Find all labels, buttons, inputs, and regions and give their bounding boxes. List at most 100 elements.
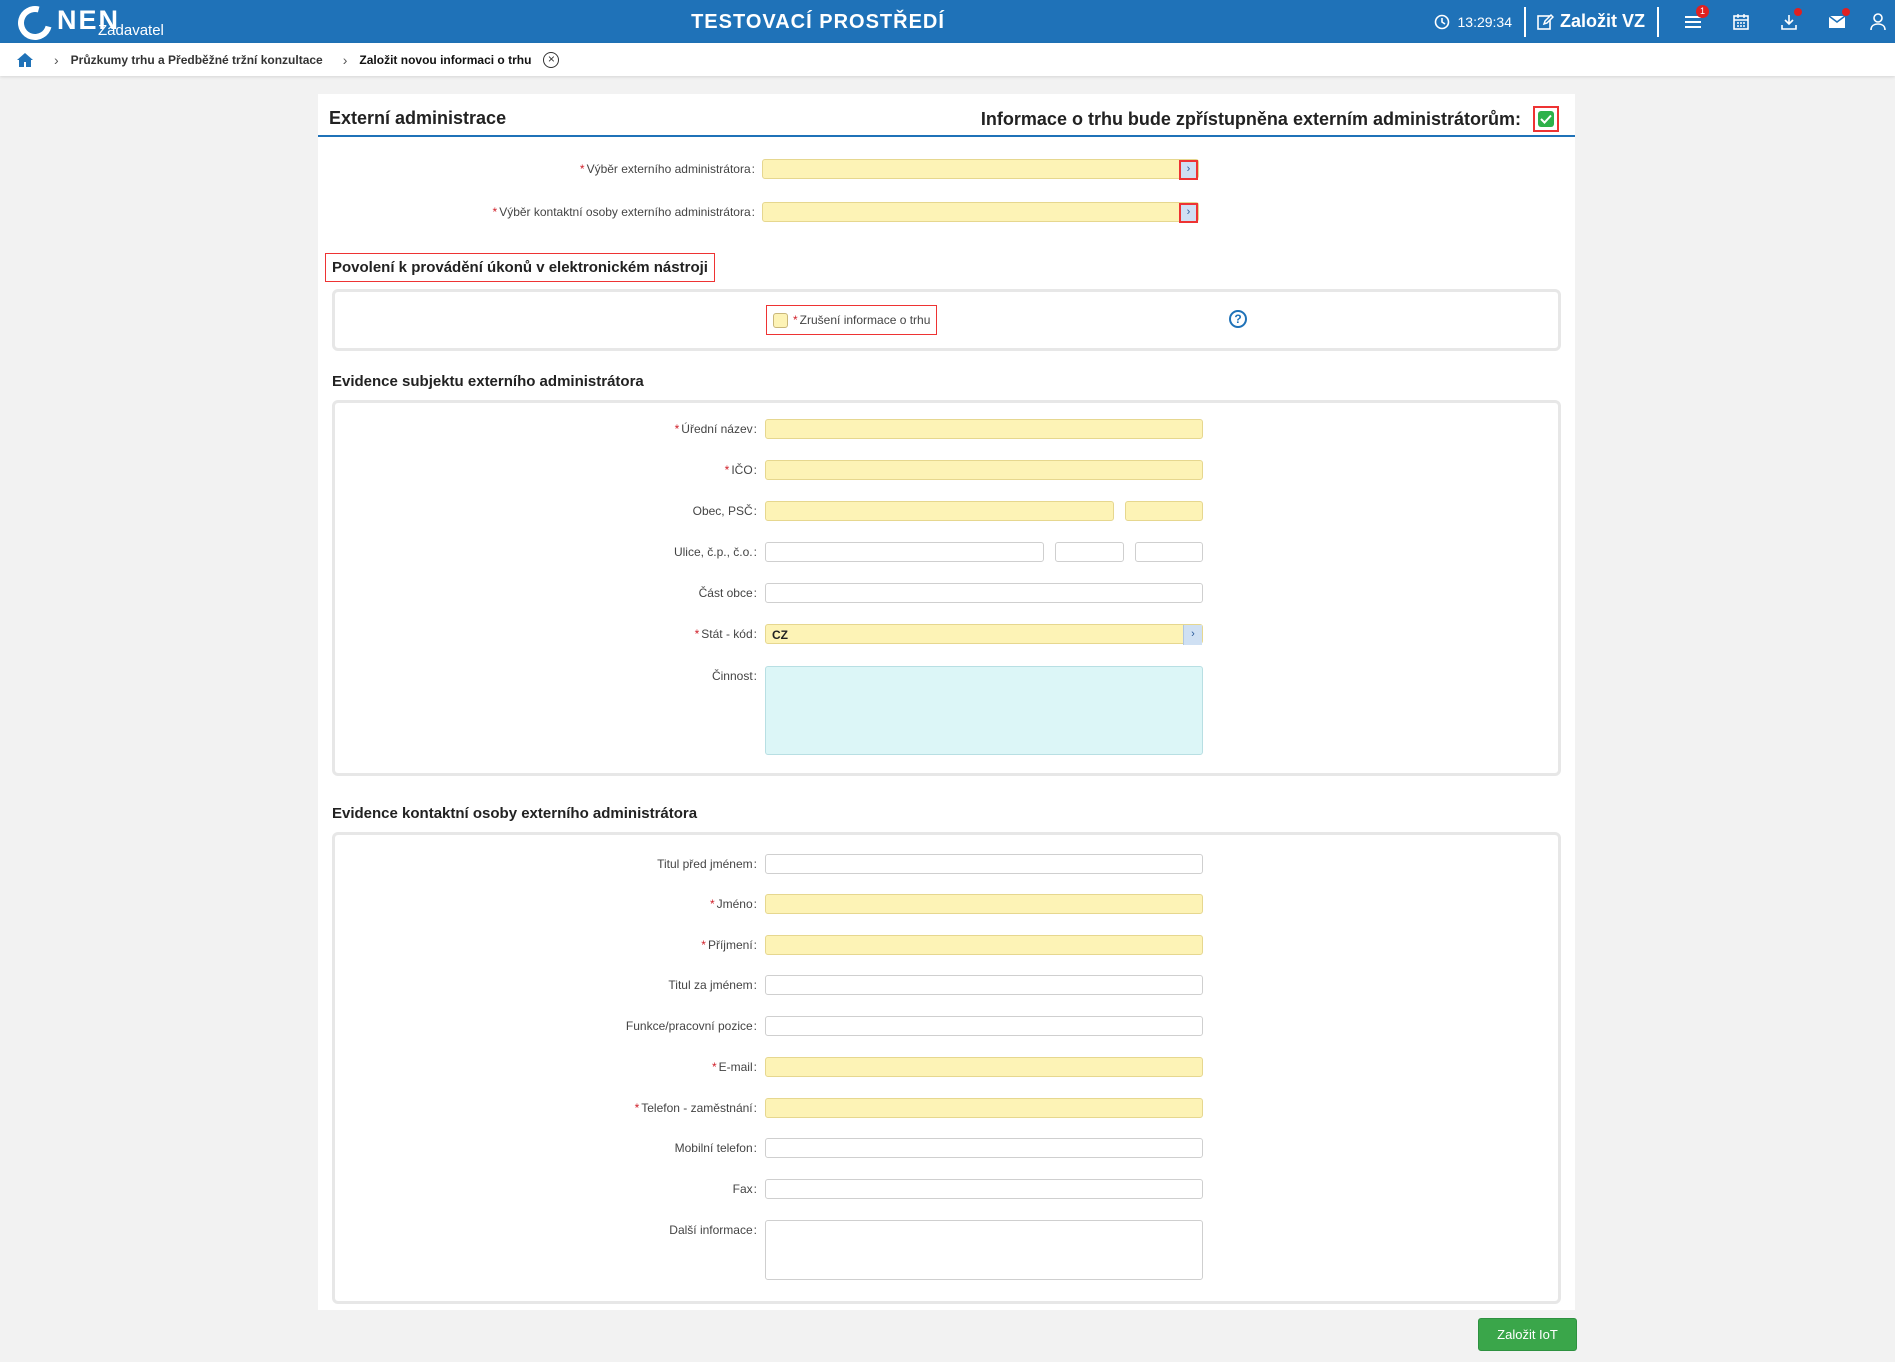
subject-group: * Úřední název: * IČO: Obec, PSČ: Ulice, č… (332, 400, 1561, 776)
calendar-icon (1733, 13, 1749, 30)
official-name-row: * Úřední název: (335, 419, 1203, 439)
title-before-row: Titul před jménem: (335, 854, 1203, 874)
title-after-label: Titul za jménem: (668, 978, 757, 992)
contact-picker-button[interactable]: › (1179, 203, 1198, 223)
menu-badge: 1 (1696, 5, 1709, 18)
topbar-right: 13:29:34 Založit VZ 1 (1434, 0, 1895, 43)
phone-input[interactable] (765, 1098, 1203, 1118)
house-number-input[interactable] (1055, 542, 1124, 562)
other-info-textarea[interactable] (765, 1220, 1203, 1280)
admin-picker-button[interactable]: › (1179, 160, 1198, 180)
street-row: Ulice, č.p., č.o.: (335, 542, 1203, 562)
official-name-label: * Úřední název: (674, 422, 757, 436)
create-vz-button[interactable]: Založit VZ (1536, 11, 1645, 32)
top-bar: NEN Zadavatel TESTOVACÍ PROSTŘEDÍ 13:29:… (0, 0, 1895, 47)
menu-button[interactable]: 1 (1669, 0, 1717, 43)
create-vz-label: Založit VZ (1560, 11, 1645, 31)
external-administration-panel: Externí administrace Informace o trhu bu… (318, 94, 1575, 1310)
help-icon[interactable]: ? (1229, 310, 1247, 328)
title-before-label: Titul před jménem: (657, 857, 757, 871)
breadcrumb-item-market-research[interactable]: Průzkumy trhu a Předběžné tržní konzulta… (71, 53, 323, 67)
user-button[interactable] (1861, 0, 1895, 43)
contact-title: Evidence kontaktní osoby externího admin… (332, 805, 698, 822)
city-row: Obec, PSČ: (335, 501, 1203, 521)
external-access-checkbox-wrapper (1533, 106, 1559, 132)
contact-group: Titul před jménem: * Jméno: * Příjmení: Ti… (332, 832, 1561, 1304)
subject-title: Evidence subjektu externího administráto… (332, 373, 644, 390)
other-info-label: Další informace: (669, 1223, 757, 1237)
mobile-label: Mobilní telefon: (674, 1141, 757, 1155)
admin-select-label: * Výběr externího administrátora: (579, 162, 755, 176)
chevron-right-icon: › (54, 51, 59, 68)
title-after-input[interactable] (765, 975, 1203, 995)
external-access-checkbox[interactable] (1538, 111, 1554, 127)
panel-title: Externí administrace (329, 108, 507, 128)
city-label: Obec, PSČ: (692, 504, 757, 518)
check-icon (1540, 114, 1552, 124)
first-name-input[interactable] (765, 894, 1203, 914)
city-input[interactable] (765, 501, 1114, 521)
position-label: Funkce/pracovní pozice: (625, 1019, 757, 1033)
fax-label: Fax: (732, 1182, 757, 1196)
panel-header: Externí administrace Informace o trhu bu… (318, 94, 1575, 137)
email-row: * E-mail: (335, 1057, 1203, 1077)
close-tab-icon[interactable]: × (543, 51, 560, 68)
cancel-permission-label: Zrušení informace o trhu (799, 313, 931, 327)
ico-input[interactable] (765, 460, 1203, 480)
activity-row: Činnost: (335, 666, 1203, 755)
cancel-permission: * Zrušení informace o trhu (766, 305, 938, 335)
permissions-group: * Zrušení informace o trhu ? (332, 289, 1561, 351)
country-picker-button[interactable]: › (1183, 625, 1202, 645)
create-iot-button[interactable]: Založit IoT (1478, 1318, 1577, 1351)
cancel-permission-checkbox[interactable] (773, 312, 788, 328)
email-label: * E-mail: (711, 1060, 757, 1074)
email-field[interactable] (765, 1057, 1203, 1077)
mail-button[interactable] (1813, 0, 1861, 43)
ico-label: * IČO: (724, 463, 757, 477)
mail-icon (1828, 14, 1846, 28)
contact-select-row: * Výběr kontaktní osoby externího adminis… (318, 202, 1199, 223)
last-name-input[interactable] (765, 935, 1203, 955)
permissions-title: Povolení k provádění úkonů v elektronick… (325, 253, 715, 282)
position-input[interactable] (765, 1016, 1203, 1036)
ico-row: * IČO: (335, 460, 1203, 480)
fax-row: Fax: (335, 1179, 1203, 1199)
phone-label: * Telefon - zaměstnání: (634, 1101, 757, 1115)
topbar-separator (1524, 6, 1526, 37)
clock-time: 13:29:34 (1457, 13, 1513, 30)
district-label: Část obce: (698, 586, 757, 600)
activity-textarea[interactable] (765, 666, 1203, 755)
last-name-row: * Příjmení: (335, 935, 1203, 955)
orientation-number-input[interactable] (1135, 542, 1203, 562)
environment-title: TESTOVACÍ PROSTŘEDÍ (691, 11, 945, 33)
street-input[interactable] (765, 542, 1044, 562)
title-before-input[interactable] (765, 854, 1203, 874)
district-input[interactable] (765, 583, 1203, 603)
edit-icon (1537, 13, 1554, 30)
official-name-input[interactable] (765, 419, 1203, 439)
calendar-button[interactable] (1717, 0, 1765, 43)
download-button[interactable] (1765, 0, 1813, 43)
country-input[interactable]: CZ › (765, 624, 1203, 645)
activity-label: Činnost: (711, 669, 757, 683)
zip-input[interactable] (1125, 501, 1203, 521)
first-name-label: * Jméno: (709, 897, 757, 911)
fax-input[interactable] (765, 1179, 1203, 1199)
contact-select-input[interactable]: › (762, 202, 1199, 223)
contact-select-label: * Výběr kontaktní osoby externího adminis… (492, 205, 755, 219)
home-link[interactable] (16, 52, 34, 68)
country-value: CZ (772, 628, 788, 642)
mail-dot (1842, 8, 1850, 16)
session-clock: 13:29:34 (1434, 13, 1513, 30)
district-row: Část obce: (335, 583, 1203, 603)
street-label: Ulice, č.p., č.o.: (673, 545, 757, 559)
first-name-row: * Jméno: (335, 894, 1203, 914)
position-row: Funkce/pracovní pozice: (335, 1016, 1203, 1036)
other-info-row: Další informace: (335, 1220, 1203, 1280)
last-name-label: * Příjmení: (701, 938, 757, 952)
home-icon (17, 52, 33, 67)
user-icon (1870, 12, 1886, 30)
mobile-input[interactable] (765, 1138, 1203, 1158)
breadcrumb-current: Založit novou informaci o trhu (359, 52, 532, 67)
admin-select-input[interactable]: › (762, 159, 1199, 180)
